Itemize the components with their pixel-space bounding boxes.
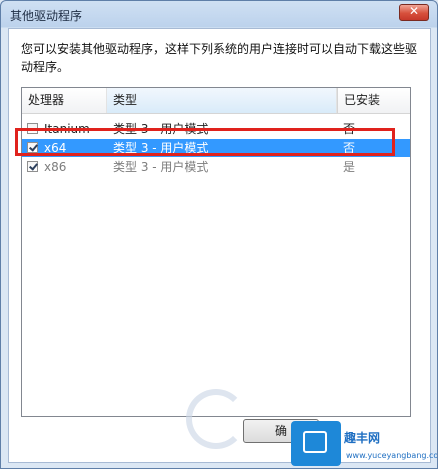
row-processor: x86 [44, 160, 67, 174]
list-row-x86[interactable]: x86 类型 3 - 用户模式 是 [22, 158, 410, 176]
list-row-x64[interactable]: x64 类型 3 - 用户模式 否 [22, 139, 410, 157]
row-installed: 是 [343, 160, 356, 174]
column-header-installed[interactable]: 已安装 [337, 88, 410, 113]
list-row-itanium[interactable]: Itanium 类型 3 - 用户模式 否 [22, 120, 410, 138]
checkbox-itanium[interactable] [27, 123, 38, 134]
checkbox-x64[interactable] [27, 142, 38, 153]
driver-dialog-window: 其他驱动程序 ✕ 您可以安装其他驱动程序，这样下列系统的用户连接时可以自动下载这… [0, 0, 438, 469]
row-installed: 否 [343, 122, 356, 136]
driver-list[interactable]: 处理器 类型 已安装 Itanium 类型 3 - 用户模式 否 x64 类型 … [21, 87, 411, 417]
watermark-url: www.yuceyangbang.com [346, 451, 438, 460]
column-header-type[interactable]: 类型 [107, 88, 337, 113]
row-installed: 否 [343, 141, 356, 155]
description-text: 您可以安装其他驱动程序，这样下列系统的用户连接时可以自动下载这些驱动程序。 [21, 42, 418, 74]
titlebar[interactable]: 其他驱动程序 ✕ [1, 1, 437, 28]
home-icon [303, 431, 327, 453]
watermark-swirl-icon [186, 389, 246, 449]
row-type: 类型 3 - 用户模式 [113, 122, 209, 136]
watermark-brand: 趣丰网 [344, 431, 381, 445]
column-header-processor[interactable]: 处理器 [22, 88, 107, 113]
window-title: 其他驱动程序 [10, 9, 83, 23]
close-icon: ✕ [408, 4, 420, 18]
watermark-house-logo-icon [291, 421, 341, 466]
row-processor: Itanium [44, 122, 90, 136]
close-button[interactable]: ✕ [399, 4, 429, 21]
row-type: 类型 3 - 用户模式 [113, 160, 209, 174]
checkbox-x86[interactable] [27, 161, 38, 172]
list-header: 处理器 类型 已安装 [22, 88, 410, 114]
row-type: 类型 3 - 用户模式 [113, 141, 209, 155]
row-processor: x64 [44, 141, 67, 155]
